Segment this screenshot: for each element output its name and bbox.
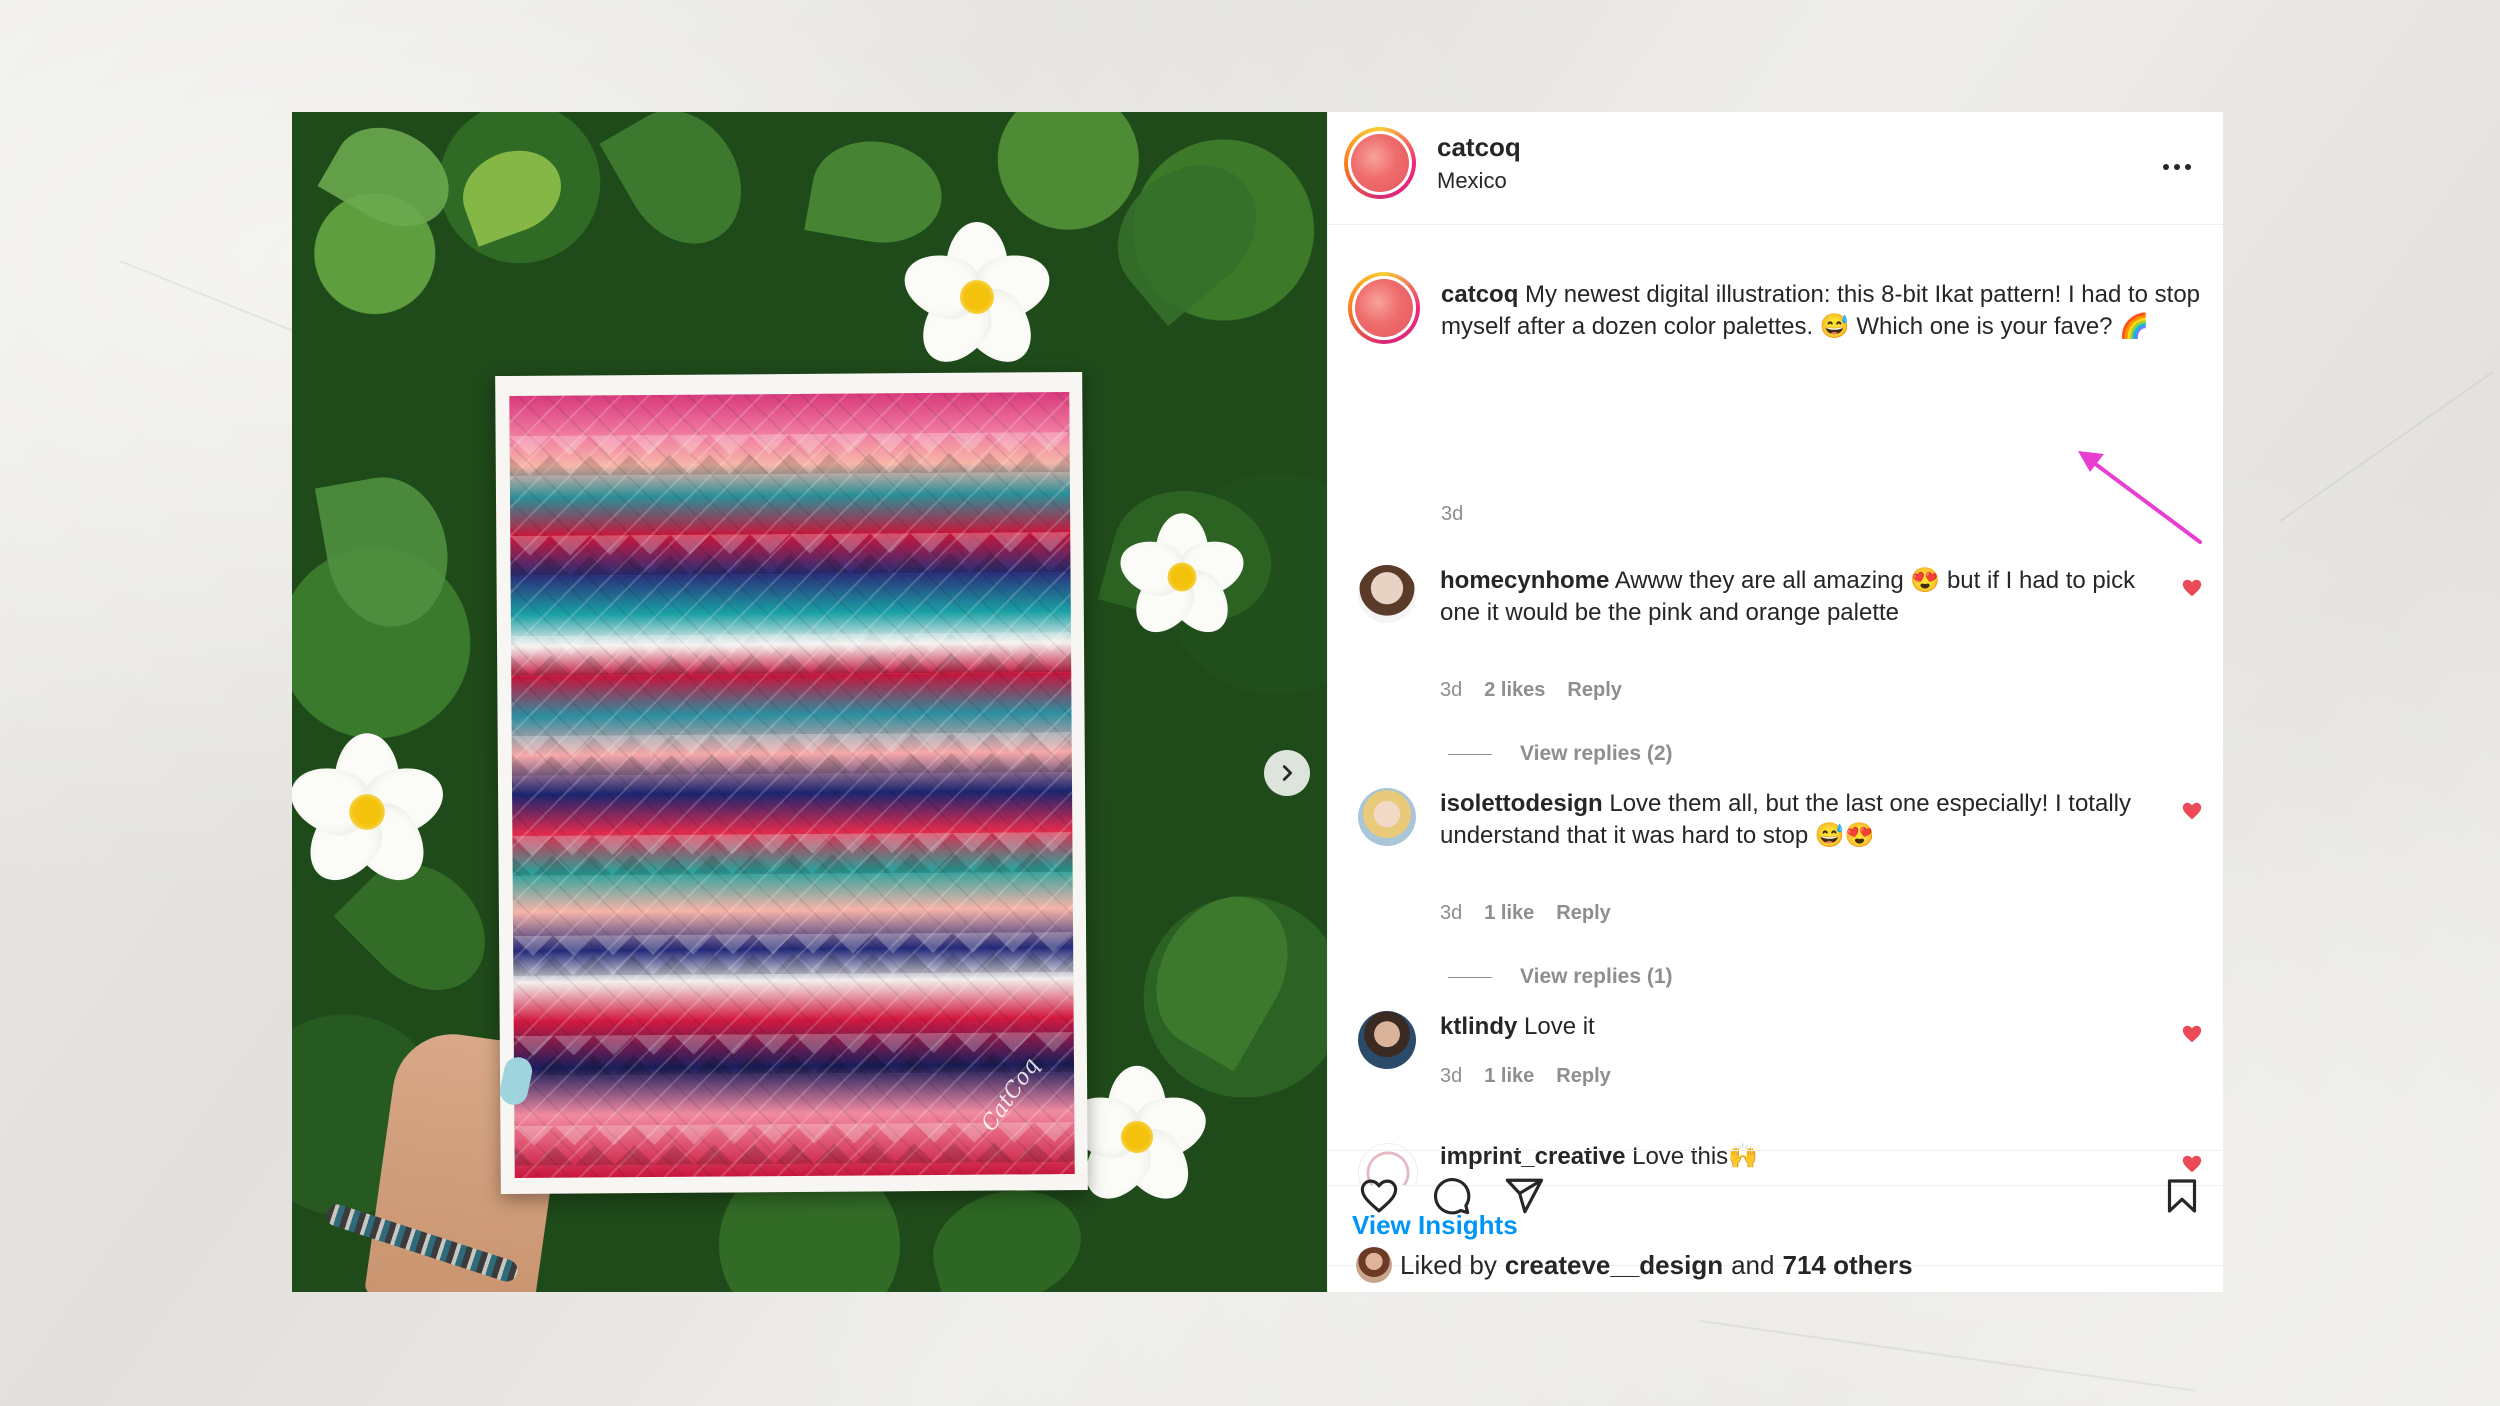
comment-time[interactable]: 3d — [1440, 679, 1462, 702]
ikat-pattern: CatCoq — [509, 392, 1075, 1178]
comment-time[interactable]: 3d — [1440, 1065, 1462, 1088]
artwork-print: CatCoq — [495, 371, 1088, 1195]
liked-by-prefix: Liked by — [1400, 1249, 1497, 1280]
plumeria-flower — [292, 733, 452, 895]
commenter-avatar[interactable] — [1358, 565, 1416, 623]
comment-reply-button[interactable]: Reply — [1556, 902, 1610, 925]
like-heart-icon[interactable] — [1356, 1175, 1402, 1217]
post-card: CatCoq catcoq Mexico catcoq My newest di… — [292, 112, 2223, 1292]
view-replies-button[interactable]: View replies (2) — [1448, 742, 1673, 766]
caption-meta: 3d — [1441, 503, 1463, 526]
comment-likes[interactable]: 1 like — [1484, 1065, 1534, 1088]
comment-reply-button[interactable]: Reply — [1556, 1065, 1610, 1088]
comment-reply-button[interactable]: Reply — [1567, 679, 1621, 702]
comment-like-heart-icon[interactable] — [2181, 800, 2203, 822]
comment-like-heart-icon[interactable] — [2181, 1023, 2203, 1045]
view-replies-label: View replies (2) — [1520, 742, 1673, 765]
comments-list: catcoq My newest digital illustration: t… — [1328, 225, 2223, 1185]
comment-meta: 3d 1 like Reply — [1440, 1065, 1611, 1088]
bookmark-icon[interactable] — [2162, 1175, 2202, 1217]
leaf — [451, 137, 573, 247]
view-replies-line — [1448, 976, 1492, 978]
comment-body: imprint_creative Love this🙌 — [1440, 1141, 2165, 1173]
share-icon[interactable] — [1502, 1175, 1546, 1217]
commenter-username[interactable]: homecynhome — [1440, 567, 1609, 594]
plumeria-flower — [896, 222, 1058, 376]
comment-time[interactable]: 3d — [1440, 902, 1462, 925]
leaf — [599, 112, 765, 266]
next-image-button[interactable] — [1264, 750, 1310, 796]
view-replies-button[interactable]: View replies (1) — [1448, 965, 1673, 989]
marble-vein — [1699, 1320, 2196, 1392]
more-icon — [2163, 164, 2169, 170]
plumeria-flower — [1113, 513, 1251, 645]
view-replies-line — [1448, 753, 1492, 755]
leaf — [314, 467, 460, 637]
post-details-panel: catcoq Mexico catcoq My newest digital i… — [1327, 112, 2223, 1292]
comment-meta: 3d 1 like Reply — [1440, 902, 1611, 925]
leaf — [1130, 872, 1314, 1072]
comment-body: ktlindy Love it — [1440, 1011, 2165, 1043]
comment-text: Love it — [1524, 1013, 1595, 1040]
liked-by-others[interactable]: 714 others — [1782, 1250, 1912, 1281]
divider — [1327, 1150, 2222, 1151]
caption-author-avatar[interactable] — [1348, 272, 1420, 344]
comment-text: Love this🙌 — [1632, 1143, 1759, 1170]
liker-avatar[interactable] — [1356, 1247, 1392, 1283]
more-options-button[interactable] — [2155, 152, 2199, 182]
commenter-avatar[interactable] — [1358, 788, 1416, 846]
comment-body: homecynhome Awww they are all amazing 😍 … — [1440, 565, 2165, 629]
commenter-avatar[interactable] — [1358, 1011, 1416, 1069]
comment-body: isolettodesign Love them all, but the la… — [1440, 788, 2165, 852]
liked-by-row: Liked by createve__design and 714 others — [1356, 1247, 1913, 1283]
chevron-right-icon — [1282, 765, 1293, 781]
post-photo[interactable]: CatCoq — [292, 112, 1327, 1292]
comment-like-heart-icon[interactable] — [2181, 1153, 2203, 1175]
comment-icon[interactable] — [1429, 1175, 1473, 1217]
commenter-username[interactable]: ktlindy — [1440, 1013, 1517, 1040]
caption-text-block: catcoq My newest digital illustration: t… — [1441, 279, 2201, 343]
caption-text: My newest digital illustration: this 8-b… — [1441, 281, 2201, 340]
marble-vein — [2279, 371, 2494, 522]
commenter-username[interactable]: imprint_creative — [1440, 1143, 1625, 1170]
comment-likes[interactable]: 1 like — [1484, 902, 1534, 925]
view-replies-label: View replies (1) — [1520, 965, 1673, 988]
leaf — [1090, 137, 1284, 327]
leaf — [317, 112, 467, 246]
liked-by-conj: and — [1731, 1249, 1775, 1280]
commenter-username[interactable]: isolettodesign — [1440, 790, 1603, 817]
comment-meta: 3d 2 likes Reply — [1440, 679, 1622, 702]
post-header: catcoq Mexico — [1328, 112, 2223, 225]
comment-likes[interactable]: 2 likes — [1484, 679, 1545, 702]
caption-username[interactable]: catcoq — [1441, 281, 1518, 308]
annotation-arrow-icon — [2078, 451, 2202, 544]
comment-like-heart-icon[interactable] — [2181, 577, 2203, 599]
post-location[interactable]: Mexico — [1437, 168, 1507, 194]
author-avatar[interactable] — [1344, 127, 1416, 199]
liked-by-user[interactable]: createve__design — [1505, 1250, 1723, 1281]
caption-time[interactable]: 3d — [1441, 503, 1463, 526]
author-username[interactable]: catcoq — [1437, 132, 1521, 163]
